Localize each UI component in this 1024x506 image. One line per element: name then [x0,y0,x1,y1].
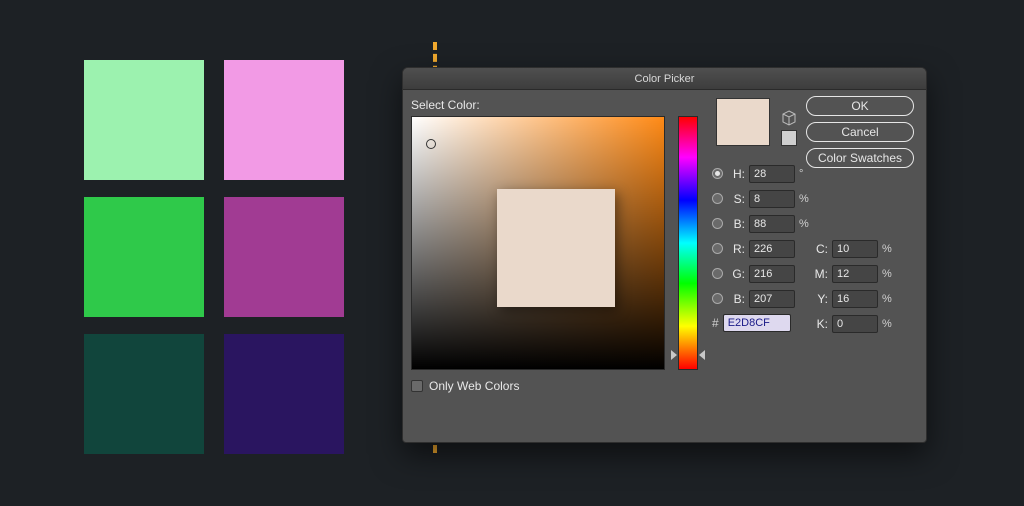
swatch-3 [84,197,204,317]
hue-slider[interactable] [678,116,698,370]
unit-pct-y: % [882,293,892,305]
dialog-buttons: OK Cancel Color Swatches [806,96,914,168]
label-h: H: [727,167,745,181]
swatch-4 [224,197,344,317]
unit-pct-k: % [882,318,892,330]
radio-s[interactable] [712,193,723,204]
unit-pct-c: % [882,243,892,255]
picker-marker [426,139,436,149]
large-color-preview [497,189,615,307]
input-g[interactable] [749,265,795,283]
label-y: Y: [812,292,828,306]
swatch-2 [224,60,344,180]
unit-pct-m: % [882,268,892,280]
hash-symbol: # [712,316,719,330]
radio-b-hsb[interactable] [712,218,723,229]
swatch-grid [84,60,344,454]
only-web-colors-checkbox[interactable]: Only Web Colors [411,379,519,393]
input-s[interactable] [749,190,795,208]
unit-pct-s: % [799,193,809,205]
label-b-rgb: B: [727,292,745,306]
current-color-preview [716,98,770,146]
previous-color-swatch[interactable] [781,130,797,146]
radio-r[interactable] [712,243,723,254]
input-c[interactable] [832,240,878,258]
input-hex[interactable] [723,314,791,332]
hsb-rgb-columns: H: ° S: % B: % R: [712,164,809,308]
label-g: G: [727,267,745,281]
input-r[interactable] [749,240,795,258]
label-c: C: [812,242,828,256]
color-picker-dialog: Color Picker Select Color: Only Web Colo… [402,67,927,443]
radio-g[interactable] [712,268,723,279]
label-s: S: [727,192,745,206]
input-h[interactable] [749,165,795,183]
label-m: M: [812,267,828,281]
cmyk-column: C: % M: % Y: % K: % [812,239,892,333]
label-r: R: [727,242,745,256]
ok-button[interactable]: OK [806,96,914,116]
hsb-rgb-column: H: ° S: % B: % R: [712,164,809,308]
swatch-6 [224,334,344,454]
input-b-hsb[interactable] [749,215,795,233]
input-y[interactable] [832,290,878,308]
saturation-brightness-field[interactable] [411,116,665,370]
swatch-5 [84,334,204,454]
color-swatches-button[interactable]: Color Swatches [806,148,914,168]
cancel-button[interactable]: Cancel [806,122,914,142]
radio-b-rgb[interactable] [712,293,723,304]
input-m[interactable] [832,265,878,283]
dialog-title: Color Picker [635,73,695,85]
unit-pct-b: % [799,218,809,230]
label-b-hsb: B: [727,217,745,231]
label-k: K: [812,317,828,331]
unit-deg: ° [799,168,803,180]
cube-icon [781,110,797,126]
swatch-1 [84,60,204,180]
select-color-label: Select Color: [411,98,480,112]
radio-h[interactable] [712,168,723,179]
input-k[interactable] [832,315,878,333]
input-b-rgb[interactable] [749,290,795,308]
titlebar[interactable]: Color Picker [403,68,926,90]
only-web-colors-label: Only Web Colors [429,379,519,393]
checkbox-icon [411,380,423,392]
hex-row: # [712,314,791,332]
